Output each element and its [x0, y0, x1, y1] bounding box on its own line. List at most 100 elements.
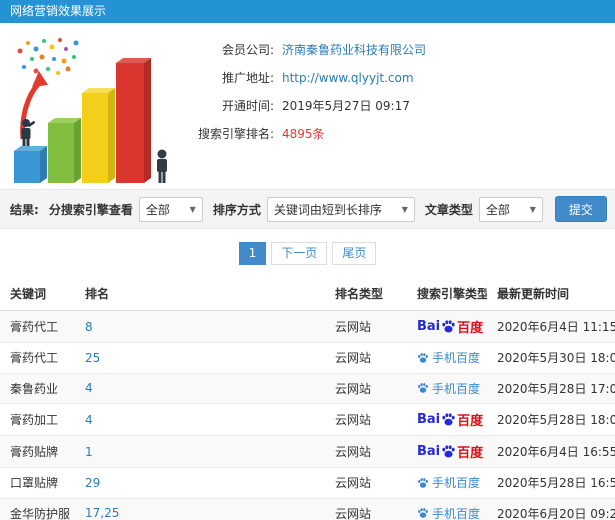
- person-figure-right: [157, 149, 167, 183]
- updated-cell: 2020年6月4日 16:55: [487, 435, 615, 468]
- bar-red: [116, 58, 151, 183]
- article-type-select[interactable]: 全部 ▼: [478, 196, 543, 222]
- rank-cell: 4: [75, 373, 325, 404]
- promo-url-link[interactable]: http://www.qlyyjt.com: [282, 69, 414, 87]
- rank-cell: 8: [75, 310, 325, 343]
- member-company-label: 会员公司:: [221, 43, 274, 57]
- baidu-paw-icon: [418, 477, 428, 488]
- header-rank: 排名: [75, 277, 325, 311]
- engine-rank-row: 搜索引擎排名: 4895条: [178, 125, 605, 143]
- engine-cell: 手机百度: [407, 342, 487, 374]
- confetti-dots: [17, 38, 79, 75]
- rank-type-cell: 云网站: [325, 467, 407, 499]
- rank-cell: 25: [75, 342, 325, 374]
- engine-rank-label: 搜索引擎排名:: [197, 127, 274, 141]
- engine-rank-count: 4895条: [282, 127, 325, 141]
- engine-cell: 手机百度: [407, 373, 487, 404]
- rank-link[interactable]: 8: [85, 320, 93, 334]
- rank-type-cell: 云网站: [325, 498, 407, 520]
- keyword-cell: 膏药代工: [0, 342, 75, 374]
- mobile-baidu-logo: 手机百度: [417, 505, 480, 520]
- member-company-link[interactable]: 济南秦鲁药业科技有限公司: [282, 41, 426, 59]
- article-type-label: 文章类型: [424, 202, 473, 217]
- baidu-paw-icon: [442, 445, 455, 458]
- table-row: 膏药加工 4 云网站 Bai 百度 2020年5月28日 18:03: [0, 403, 615, 436]
- rank-type-cell: 云网站: [325, 310, 407, 343]
- keyword-cell: 膏药加工: [0, 403, 75, 436]
- updated-cell: 2020年5月30日 18:06: [487, 342, 615, 374]
- table-row: 金华防护服 17,25 云网站 手机百度 2020年6月20日 09:25: [0, 498, 615, 520]
- baidu-paw-icon: [442, 413, 455, 426]
- rank-link[interactable]: 1: [85, 445, 93, 459]
- page-next-button[interactable]: 下一页: [271, 242, 328, 265]
- baidu-logo-cjk: 百度: [457, 414, 484, 429]
- table-row: 秦鲁药业 4 云网站 手机百度 2020年5月28日 17:02: [0, 373, 615, 404]
- rank-link[interactable]: 25: [85, 351, 100, 365]
- updated-cell: 2020年5月28日 17:02: [487, 373, 615, 404]
- engine-cell: 手机百度: [407, 498, 487, 520]
- bar-chart-illustration: [6, 33, 178, 183]
- rank-type-cell: 云网站: [325, 403, 407, 436]
- rank-link[interactable]: 4: [85, 381, 93, 395]
- rank-link[interactable]: 17,25: [85, 506, 119, 520]
- baidu-paw-icon: [418, 352, 428, 363]
- keyword-cell: 膏药代工: [0, 310, 75, 343]
- keyword-cell: 膏药贴牌: [0, 435, 75, 468]
- submit-button[interactable]: 提交: [554, 196, 607, 222]
- baidu-logo-cjk: 百度: [457, 446, 484, 461]
- engine-cell: Bai 百度: [407, 310, 487, 343]
- table-row: 膏药代工 25 云网站 手机百度 2020年5月30日 18:06: [0, 342, 615, 374]
- mobile-baidu-logo: 手机百度: [417, 349, 480, 366]
- page-title-bar: 网络营销效果展示: [0, 0, 615, 23]
- result-label: 结果:: [10, 202, 39, 217]
- mobile-baidu-label: 手机百度: [432, 351, 481, 365]
- table-row: 口罩贴牌 29 云网站 手机百度 2020年5月28日 16:55: [0, 467, 615, 499]
- member-fields: 会员公司: 济南秦鲁药业科技有限公司 推广地址: http://www.qlyy…: [178, 33, 605, 185]
- member-info-section: 会员公司: 济南秦鲁药业科技有限公司 推广地址: http://www.qlyy…: [0, 23, 615, 189]
- baidu-logo: Bai 百度: [417, 317, 483, 336]
- rank-type-cell: 云网站: [325, 373, 407, 404]
- mobile-baidu-label: 手机百度: [432, 506, 481, 520]
- engine-filter-label: 分搜索引擎查看: [48, 202, 133, 217]
- updated-cell: 2020年6月20日 09:25: [487, 498, 615, 520]
- baidu-logo: Bai 百度: [417, 442, 483, 461]
- header-rank-type: 排名类型: [325, 277, 407, 311]
- rank-cell: 29: [75, 467, 325, 499]
- chevron-down-icon: ▼: [401, 204, 408, 214]
- mobile-baidu-logo: 手机百度: [417, 380, 480, 397]
- page-current[interactable]: 1: [238, 242, 267, 265]
- sort-filter-select[interactable]: 关键词由短到长排序 ▼: [266, 196, 415, 222]
- rank-cell: 17,25: [75, 498, 325, 520]
- updated-cell: 2020年5月28日 18:03: [487, 403, 615, 436]
- baidu-logo-latin: Bai: [417, 319, 441, 334]
- filter-bar: 结果: 分搜索引擎查看 全部 ▼ 排序方式 关键词由短到长排序 ▼ 文章类型 全…: [0, 189, 615, 229]
- promo-url-row: 推广地址: http://www.qlyyjt.com: [178, 69, 605, 87]
- rank-type-cell: 云网站: [325, 435, 407, 468]
- engine-cell: Bai 百度: [407, 435, 487, 468]
- baidu-paw-icon: [418, 383, 428, 393]
- open-time-label: 开通时间:: [221, 99, 274, 113]
- table-row: 膏药贴牌 1 云网站 Bai 百度 2020年6月4日 16:55: [0, 435, 615, 468]
- mobile-baidu-label: 手机百度: [432, 381, 481, 396]
- updated-cell: 2020年6月4日 11:15: [487, 310, 615, 343]
- chevron-down-icon: ▼: [529, 204, 536, 214]
- pagination: 1 下一页 尾页: [0, 229, 615, 277]
- chart-illustration-svg: [14, 38, 167, 183]
- page-last-button[interactable]: 尾页: [332, 242, 377, 265]
- engine-filter-select[interactable]: 全部 ▼: [138, 196, 203, 222]
- rank-link[interactable]: 29: [85, 476, 100, 490]
- open-time-value: 2019年5月27日 09:17: [282, 99, 410, 113]
- table-body: 膏药代工 8 云网站 Bai 百度 2020年6月4日 11:15 膏药代工 25 云网站 手机百…: [0, 310, 615, 520]
- sort-filter-value: 关键词由短到长排序: [273, 202, 382, 217]
- open-time-row: 开通时间: 2019年5月27日 09:17: [178, 97, 605, 115]
- member-company-row: 会员公司: 济南秦鲁药业科技有限公司: [178, 41, 605, 59]
- mobile-baidu-logo: 手机百度: [417, 474, 480, 491]
- rank-cell: 4: [75, 403, 325, 436]
- updated-cell: 2020年5月28日 16:55: [487, 467, 615, 499]
- header-engine-type: 搜索引擎类型: [407, 277, 487, 311]
- rank-link[interactable]: 4: [85, 413, 93, 427]
- keyword-cell: 金华防护服: [0, 498, 75, 520]
- baidu-logo-cjk: 百度: [457, 321, 484, 336]
- baidu-logo-latin: Bai: [417, 412, 441, 427]
- engine-cell: Bai 百度: [407, 403, 487, 436]
